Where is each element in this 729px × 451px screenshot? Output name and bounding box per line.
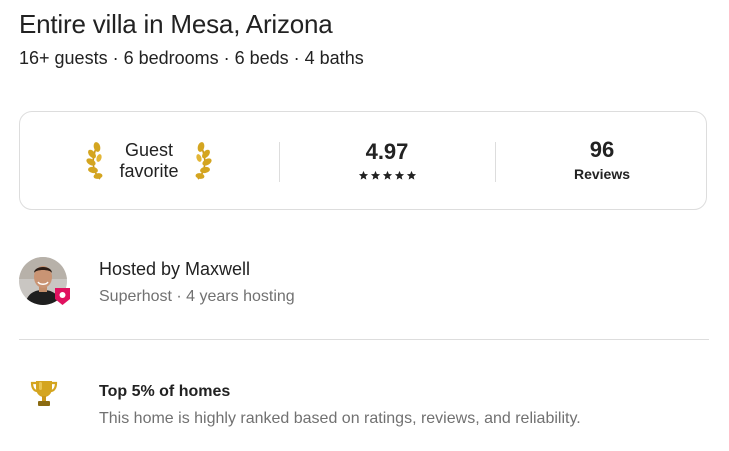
highlight-description: This home is highly ranked based on rati… (99, 410, 581, 427)
laurel-left-icon (86, 141, 103, 180)
star-icon (406, 170, 416, 180)
laurel-right-icon (195, 141, 212, 180)
guest-favorite-card[interactable]: Guest favorite 4.97 96 Reviews (19, 111, 707, 210)
superhost-badge-icon (55, 288, 70, 305)
section-divider (19, 339, 709, 340)
reviews-link[interactable]: Reviews (574, 165, 630, 183)
reviews-count: 96 (589, 137, 615, 162)
listing-title: Entire villa in Mesa, Arizona (19, 9, 333, 39)
rating-value: 4.97 (365, 139, 409, 164)
guest-favorite-badge: Guest favorite (20, 112, 278, 209)
star-icon (394, 170, 404, 180)
rating-stat: 4.97 (280, 112, 494, 209)
listing-summary: 16+ guests · 6 bedrooms · 6 beds · 4 bat… (19, 48, 364, 68)
reviews-stat[interactable]: 96 Reviews (496, 112, 708, 209)
star-rating (358, 170, 417, 181)
guest-favorite-line2: favorite (119, 160, 179, 181)
trophy-icon (30, 381, 58, 406)
star-icon (382, 170, 392, 180)
host-name: Hosted by Maxwell (99, 259, 251, 279)
host-avatar-link[interactable] (19, 257, 70, 307)
highlight-title: Top 5% of homes (99, 383, 231, 400)
star-icon (358, 170, 368, 180)
star-icon (370, 170, 380, 180)
host-meta: Superhost · 4 years hosting (99, 288, 295, 305)
guest-favorite-line1: Guest (124, 139, 174, 160)
